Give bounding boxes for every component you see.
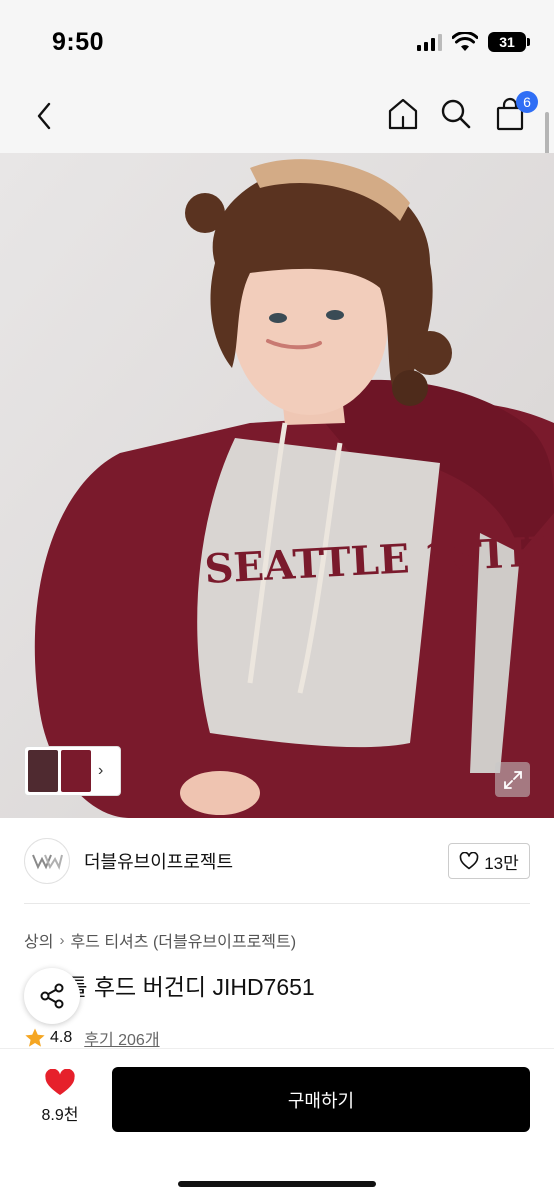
status-time: 9:50 xyxy=(52,28,105,56)
thumbnail-1[interactable] xyxy=(28,750,58,792)
home-indicator xyxy=(178,1181,376,1187)
status-icons: 31 xyxy=(417,30,530,54)
product-image[interactable]: SEATTLE 16TH xyxy=(0,153,554,818)
expand-image-button[interactable] xyxy=(495,762,530,797)
brand-like-button[interactable]: 13만 xyxy=(448,843,530,879)
wifi-icon xyxy=(452,32,478,51)
review-link[interactable]: 후기 206개 xyxy=(84,1026,159,1050)
cart-badge: 6 xyxy=(516,91,538,113)
wishlist-count: 8.9천 xyxy=(41,1107,79,1124)
expand-icon xyxy=(503,770,522,789)
divider xyxy=(24,903,530,904)
home-icon xyxy=(388,98,418,130)
share-icon xyxy=(40,983,64,1009)
wishlist-button[interactable]: 8.9천 xyxy=(30,1069,90,1131)
chevron-right-icon: › xyxy=(98,762,104,779)
buy-button[interactable]: 구매하기 xyxy=(112,1067,530,1132)
breadcrumb: 상의 › 후드 티셔츠 (더블유브이프로젝트) xyxy=(24,928,296,952)
cellular-signal-icon xyxy=(417,33,442,51)
thumbnail-2[interactable] xyxy=(61,750,91,792)
heart-filled-icon xyxy=(45,1069,75,1095)
star-icon xyxy=(25,1028,45,1047)
search-icon xyxy=(441,99,471,129)
breadcrumb-item-category[interactable]: 상의 xyxy=(24,928,53,952)
product-photo: SEATTLE 16TH xyxy=(0,153,554,818)
heart-outline-icon xyxy=(459,852,479,870)
search-button[interactable] xyxy=(436,94,476,134)
back-button[interactable] xyxy=(26,96,62,136)
brand-name[interactable]: 더블유브이프로젝트 xyxy=(84,848,233,874)
nav-header: 6 xyxy=(0,80,554,153)
chevron-left-icon xyxy=(37,102,51,130)
rating-row: 4.8 후기 206개 xyxy=(24,1026,160,1050)
breadcrumb-item-subcategory[interactable]: 후드 티셔츠 (더블유브이프로젝트) xyxy=(70,928,296,952)
chevron-right-icon: › xyxy=(59,931,65,949)
rating-value: 4.8 xyxy=(50,1029,73,1046)
image-thumbnails[interactable]: › xyxy=(24,746,121,796)
status-bar: 9:50 31 xyxy=(0,0,554,80)
brand-like-count: 13만 xyxy=(484,853,519,873)
share-button[interactable] xyxy=(24,968,80,1024)
bottom-action-bar: 8.9천 구매하기 xyxy=(0,1048,554,1200)
battery-icon: 31 xyxy=(488,32,530,52)
brand-logo-icon xyxy=(32,854,63,870)
cart-button[interactable]: 6 xyxy=(490,91,538,134)
brand-row: 더블유브이프로젝트 13만 xyxy=(24,836,530,886)
brand-logo[interactable] xyxy=(24,838,70,884)
home-button[interactable] xyxy=(383,94,423,134)
